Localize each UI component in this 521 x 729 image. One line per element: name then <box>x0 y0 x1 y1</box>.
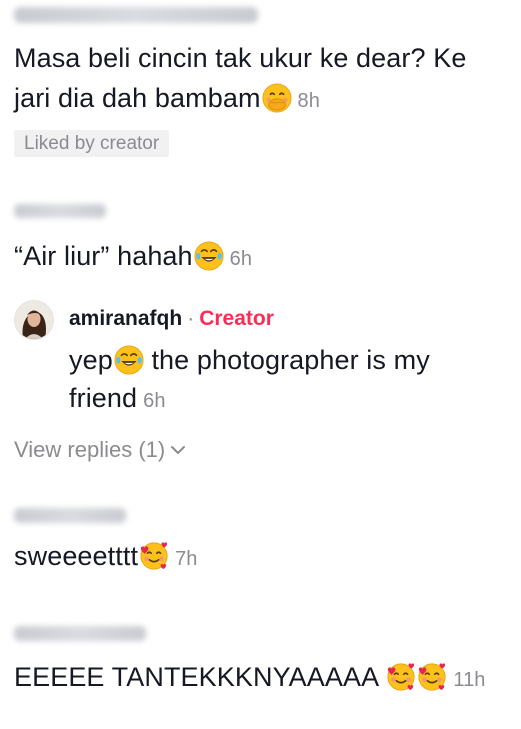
comment-text: Masa beli cincin tak ukur ke dear? Ke <box>14 39 466 77</box>
smiling-face-with-hearts-icon <box>387 663 415 691</box>
comment-timestamp: 6h <box>229 248 253 270</box>
comment-header: amiranafqh · Creator <box>69 307 274 331</box>
comment-text: yep the photographer is my <box>69 341 430 379</box>
blurred-username <box>14 508 126 523</box>
liked-by-creator-badge: Liked by creator <box>14 130 170 157</box>
comment-text: jari dia dah bambam 8h <box>14 79 320 120</box>
comment-text: EEEEE TANTEKKKNYAAAAA 11h <box>14 658 486 699</box>
blurred-username <box>14 626 146 641</box>
comment-text-line: Masa beli cincin tak ukur ke dear? Ke <box>14 43 467 73</box>
comment-text-part: yep <box>69 345 113 375</box>
comment-timestamp: 8h <box>297 90 320 112</box>
tears-of-joy-icon <box>194 241 224 271</box>
tears-of-joy-icon <box>114 345 144 375</box>
creator-label: Creator <box>199 307 274 330</box>
comment-timestamp: 11h <box>453 669 486 691</box>
comment-text-line: “Air liur” hahah <box>14 241 193 271</box>
comment-timestamp: 7h <box>175 548 198 570</box>
comment-text-line: EEEEE TANTEKKKNYAAAAA <box>14 662 386 692</box>
comment-text: “Air liur” hahah 6h <box>14 237 252 278</box>
comment-text-line: sweeeetttt <box>14 541 139 571</box>
smiling-face-with-hearts-icon <box>418 663 446 691</box>
view-replies-label: View replies (1) <box>14 437 166 462</box>
comment-text: sweeeetttt 7h <box>14 537 198 578</box>
comment-text: friend 6h <box>69 379 166 420</box>
comment-text-part: the photographer is my <box>143 345 430 375</box>
hand-over-mouth-icon <box>262 83 292 113</box>
blurred-username <box>14 204 106 218</box>
username[interactable]: amiranafqh <box>69 307 182 330</box>
view-replies-button[interactable]: View replies (1) <box>14 437 187 463</box>
comment-text-line: jari dia dah bambam <box>14 83 261 113</box>
badge-label: Liked by creator <box>14 130 170 157</box>
avatar-image <box>15 301 53 339</box>
comment-text-line: friend <box>69 383 138 413</box>
smiling-face-with-hearts-icon <box>140 542 168 570</box>
blurred-username <box>14 7 258 23</box>
chevron-down-icon <box>171 446 186 454</box>
separator: · <box>187 307 195 330</box>
comment-timestamp: 6h <box>143 390 166 412</box>
avatar[interactable] <box>14 300 54 340</box>
view-replies-link[interactable]: View replies (1) <box>14 437 187 463</box>
